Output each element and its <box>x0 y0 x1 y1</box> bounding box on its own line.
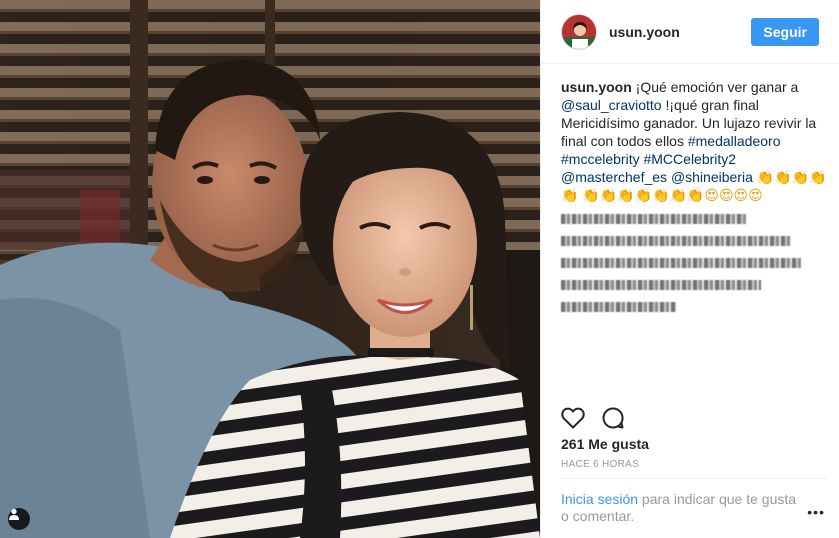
login-link[interactable]: Inicia sesión <box>561 491 638 507</box>
login-prompt: Inicia sesión para indicar que te gusta … <box>561 491 806 525</box>
hashtag-mccelebrity2[interactable]: #MCCelebrity2 <box>643 151 736 167</box>
blurred-line <box>561 236 791 246</box>
header-username[interactable]: usun.yoon <box>609 24 751 40</box>
photo-illustration <box>0 0 540 538</box>
user-tag-icon[interactable] <box>8 508 30 530</box>
blurred-line <box>561 258 801 268</box>
blurred-caption-text <box>561 214 827 312</box>
divider <box>561 478 827 479</box>
mention-masterchef-es[interactable]: @masterchef_es <box>561 169 667 185</box>
follow-button[interactable]: Seguir <box>751 17 819 46</box>
mention-shineiberia[interactable]: @shineiberia <box>671 169 753 185</box>
post-side-panel: usun.yoon Seguir usun.yoon ¡Qué emoción … <box>540 0 839 538</box>
post-actions <box>561 406 625 435</box>
blurred-line <box>561 214 746 224</box>
post-photo[interactable] <box>0 0 540 538</box>
more-options-icon[interactable]: ••• <box>807 504 825 520</box>
hashtag-mccelebrity[interactable]: #mccelebrity <box>561 151 640 167</box>
instagram-post: usun.yoon Seguir usun.yoon ¡Qué emoción … <box>0 0 839 538</box>
caption-text-1: ¡Qué emoción ver ganar a <box>631 79 799 95</box>
caption-emojis-2: 👏👏👏👏👏👏👏😍😍😍😍 <box>582 187 763 203</box>
hashtag-medalladeoro[interactable]: #medalladeoro <box>688 133 781 149</box>
likes-count[interactable]: 261 Me gusta <box>561 436 649 452</box>
caption-username[interactable]: usun.yoon <box>561 79 632 95</box>
blurred-line <box>561 302 676 312</box>
post-caption: usun.yoon ¡Qué emoción ver ganar a @saul… <box>541 64 839 394</box>
mention-saul-craviotto[interactable]: @saul_craviotto <box>561 97 662 113</box>
post-timestamp[interactable]: HACE 6 HORAS <box>561 459 639 470</box>
heart-icon[interactable] <box>561 407 585 434</box>
avatar[interactable] <box>561 13 597 50</box>
comment-icon[interactable] <box>601 406 625 435</box>
blurred-line <box>561 280 761 290</box>
post-header: usun.yoon Seguir <box>541 0 839 64</box>
